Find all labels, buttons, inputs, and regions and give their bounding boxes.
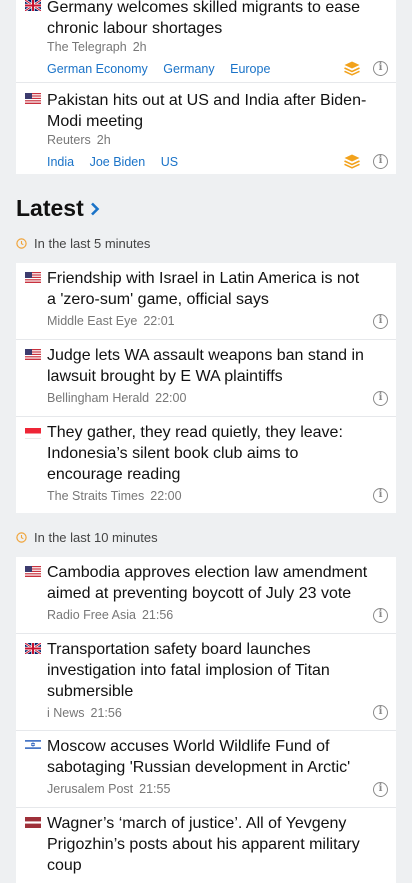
story-tags: German Economy Germany Europe (47, 62, 282, 76)
latest-group-card: Cambodia approves election law amendment… (16, 557, 396, 883)
coverage-stack-icon[interactable] (344, 61, 360, 76)
story-title[interactable]: Judge lets WA assault weapons ban stand … (47, 345, 372, 387)
tag-link[interactable]: Europe (230, 62, 270, 76)
story-time: 22:00 (155, 391, 187, 405)
story-title[interactable]: Wagner’s ‘march of justice’. All of Yevg… (47, 813, 372, 876)
story-title[interactable]: Transportation safety board launches inv… (47, 639, 372, 702)
tag-link[interactable]: Germany (163, 62, 214, 76)
story-item[interactable]: Judge lets WA assault weapons ban stand … (16, 339, 396, 416)
latest-group-card: Friendship with Israel in Latin America … (16, 263, 396, 513)
story-meta: Middle East Eye 22:01 (47, 314, 175, 328)
story-item[interactable]: Friendship with Israel in Latin America … (16, 263, 396, 339)
story-item[interactable]: Wagner’s ‘march of justice’. All of Yevg… (16, 807, 396, 883)
uk-flag-icon (25, 643, 41, 654)
story-title[interactable]: Pakistan hits out at US and India after … (47, 90, 372, 132)
story-meta: The Telegraph 2h (47, 40, 147, 54)
latvia-flag-icon (25, 817, 41, 828)
uk-flag-icon (25, 0, 41, 11)
time-group-text: In the last 10 minutes (34, 530, 158, 545)
us-flag-icon (25, 349, 41, 360)
story-tags: India Joe Biden US (47, 155, 190, 169)
story-time: 21:55 (139, 782, 171, 796)
story-meta: Jerusalem Post 21:55 (47, 782, 170, 796)
story-source: The Telegraph (47, 40, 127, 54)
story-title[interactable]: Moscow accuses World Wildlife Fund of sa… (47, 736, 372, 778)
us-flag-icon (25, 566, 41, 577)
info-icon[interactable]: i (373, 314, 388, 329)
story-time: 21:56 (90, 706, 122, 720)
story-meta: Reuters 2h (47, 133, 111, 147)
time-group-label: In the last 10 minutes (16, 530, 158, 545)
story-time: 22:00 (150, 489, 182, 503)
story-source: Bellingham Herald (47, 391, 150, 405)
info-icon[interactable]: i (373, 782, 388, 797)
story-time: 21:56 (141, 608, 174, 622)
story-meta: The Straits Times 22:00 (47, 489, 182, 503)
story-item[interactable]: Moscow accuses World Wildlife Fund of sa… (16, 730, 396, 807)
story-meta: Bellingham Herald 22:00 (47, 391, 186, 405)
us-flag-icon (25, 93, 41, 104)
story-item[interactable]: Cambodia approves election law amendment… (16, 557, 396, 633)
us-flag-icon (25, 272, 41, 283)
story-item[interactable]: Pakistan hits out at US and India after … (16, 82, 396, 174)
story-title[interactable]: Friendship with Israel in Latin America … (47, 268, 372, 310)
info-icon[interactable]: i (373, 391, 388, 406)
time-group-text: In the last 5 minutes (34, 236, 151, 251)
tag-link[interactable]: US (161, 155, 178, 169)
story-source: i News (47, 706, 85, 720)
story-meta: Radio Free Asia 21:56 (47, 608, 173, 622)
tag-link[interactable]: India (47, 155, 74, 169)
chevron-right-icon[interactable] (90, 202, 100, 216)
singapore-flag-icon (25, 428, 41, 439)
story-time: 2h (132, 40, 147, 54)
time-group-label: In the last 5 minutes (16, 236, 150, 251)
story-item[interactable]: They gather, they read quietly, they lea… (16, 416, 396, 513)
story-title[interactable]: Cambodia approves election law amendment… (47, 562, 372, 604)
story-source: Middle East Eye (47, 314, 138, 328)
top-story-card: Germany welcomes skilled migrants to eas… (16, 0, 396, 174)
story-meta: i News 21:56 (47, 706, 122, 720)
coverage-stack-icon[interactable] (344, 154, 360, 169)
israel-flag-icon (25, 739, 41, 750)
info-icon[interactable]: i (373, 61, 388, 76)
story-source: Reuters (47, 133, 91, 147)
tag-link[interactable]: Joe Biden (90, 155, 146, 169)
story-title[interactable]: They gather, they read quietly, they lea… (47, 422, 372, 485)
story-item[interactable]: Germany welcomes skilled migrants to eas… (16, 0, 396, 82)
tag-link[interactable]: German Economy (47, 62, 148, 76)
info-icon[interactable]: i (373, 154, 388, 169)
info-icon[interactable]: i (373, 705, 388, 720)
story-title[interactable]: Germany welcomes skilled migrants to eas… (47, 0, 372, 39)
story-source: Jerusalem Post (47, 782, 134, 796)
info-icon[interactable]: i (373, 608, 388, 623)
story-item[interactable]: Transportation safety board launches inv… (16, 633, 396, 730)
info-icon[interactable]: i (373, 488, 388, 503)
story-time: 22:01 (143, 314, 175, 328)
latest-heading-label[interactable]: Latest (16, 195, 84, 222)
latest-heading[interactable]: Latest (16, 195, 100, 222)
clock-icon (16, 532, 27, 543)
clock-icon (16, 238, 27, 249)
story-time: 2h (96, 133, 111, 147)
story-source: The Straits Times (47, 489, 145, 503)
story-source: Radio Free Asia (47, 608, 136, 622)
